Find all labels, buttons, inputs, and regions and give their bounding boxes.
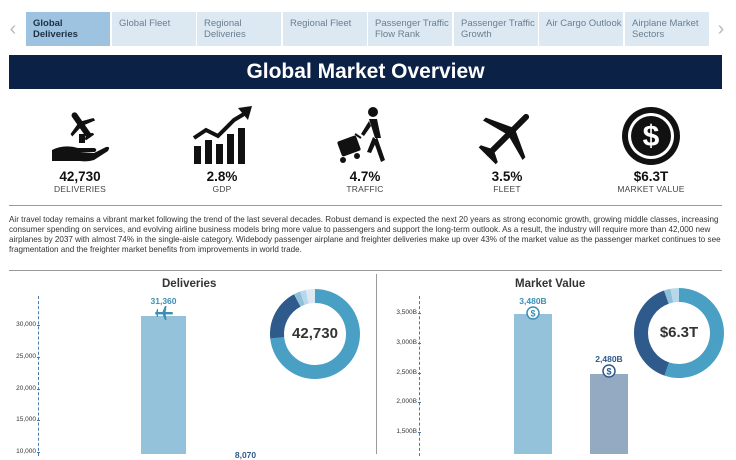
y-tick-label: 30,000	[16, 321, 36, 328]
y-tick-label: 2,500B	[396, 368, 417, 376]
y-tick-mark	[37, 325, 40, 326]
chevron-left-icon[interactable]: ‹	[6, 18, 20, 40]
divider	[9, 205, 722, 206]
kpi-gdp: 2.8% GDP	[162, 104, 282, 195]
tab-passenger-traffic-growth[interactable]: Passenger Traffic Growth	[454, 12, 538, 46]
kpi-value: $6.3T	[633, 169, 669, 184]
divider	[376, 274, 377, 454]
donut-slice	[670, 288, 680, 303]
y-tick-label: 3,000B	[396, 338, 417, 346]
growth-chart-icon	[192, 106, 252, 164]
y-tick-mark	[37, 420, 40, 422]
y-tick-mark	[418, 432, 421, 433]
kpi-value: 2.8%	[206, 169, 238, 184]
divider	[9, 270, 722, 271]
svg-text:$: $	[643, 120, 660, 153]
kpi-label: TRAFFIC	[346, 184, 384, 194]
data-label: 3,480B	[519, 296, 547, 307]
tab-passenger-traffic-flow-rank[interactable]: Passenger Traffic Flow Rank	[368, 12, 452, 46]
data-label: 31,360	[150, 296, 177, 307]
y-tick-mark	[418, 372, 421, 374]
kpi-label: GDP	[212, 184, 232, 194]
kpi-label: FLEET	[493, 184, 521, 194]
chart-title-deliveries: Deliveries	[162, 278, 217, 290]
y-tick-label: 25,000	[16, 352, 36, 360]
chart-title-market-value: Market Value	[515, 278, 586, 290]
hand-plane-icon	[52, 112, 110, 162]
donut-slice	[300, 289, 309, 305]
kpi-traffic: 4.7% TRAFFIC	[305, 104, 425, 195]
y-tick-label: 1,500B	[396, 428, 417, 435]
y-tick-mark	[418, 313, 421, 314]
y-tick-mark	[37, 452, 40, 453]
bar-deliveries-1	[141, 316, 186, 454]
data-label: 8,070	[234, 450, 257, 460]
kpi-fleet: 3.5% FLEET	[447, 104, 567, 195]
y-axis	[38, 296, 40, 456]
tab-global-deliveries[interactable]: Global Deliveries	[26, 12, 110, 46]
tab-bar: ‹ Global Deliveries Global Fleet Regiona…	[0, 12, 736, 46]
y-tick-label: 15,000	[16, 416, 36, 424]
market-description: Air travel today remains a vibrant marke…	[9, 215, 721, 254]
dollar-icon: $	[526, 306, 540, 320]
kpi-value: 3.5%	[491, 169, 523, 184]
data-label: 2,480B	[595, 353, 623, 364]
donut-slice	[294, 291, 305, 307]
bar-market-value-2	[590, 373, 628, 454]
bar-market-value-1	[514, 314, 552, 454]
y-tick-label: 2,000B	[396, 398, 417, 406]
kpi-value: 4.7%	[349, 169, 381, 184]
tab-air-cargo-outlook[interactable]: Air Cargo Outlook	[539, 12, 623, 46]
y-tick-mark	[37, 356, 40, 358]
y-tick-mark	[418, 402, 421, 404]
kpi-label: DELIVERIES	[53, 184, 107, 194]
kpi-market-value: $ $6.3T MARKET VALUE	[591, 104, 711, 195]
kpi-deliveries: 42,730 DELIVERIES	[20, 104, 140, 195]
svg-text:$: $	[606, 366, 611, 376]
tab-regional-fleet[interactable]: Regional Fleet	[283, 12, 367, 46]
y-tick-mark	[418, 342, 421, 344]
tab-airplane-market-sectors[interactable]: Airplane Market Sectors	[625, 12, 709, 46]
y-tick-label: 20,000	[16, 384, 36, 392]
chevron-right-icon[interactable]: ›	[714, 18, 728, 40]
donut-slice	[305, 289, 316, 304]
dollar-icon: $	[602, 363, 616, 378]
kpi-value: 42,730	[59, 169, 101, 184]
tab-global-fleet[interactable]: Global Fleet	[112, 12, 196, 46]
donut-center-label: $6.3T	[659, 324, 699, 341]
page-title: Global Market Overview	[9, 55, 722, 89]
donut-slice	[664, 288, 674, 304]
donut-center-label: 42,730	[292, 325, 338, 342]
kpi-label: MARKET VALUE	[617, 184, 685, 194]
traveler-icon	[337, 107, 385, 163]
tab-regional-deliveries[interactable]: Regional Deliveries	[197, 12, 281, 46]
y-tick-mark	[37, 388, 40, 390]
svg-text:$: $	[530, 309, 535, 319]
y-tick-label: 3,500B	[396, 309, 417, 316]
dollar-coin-icon: $	[622, 107, 680, 165]
airplane-icon	[154, 306, 173, 321]
airplane-icon	[478, 113, 530, 165]
